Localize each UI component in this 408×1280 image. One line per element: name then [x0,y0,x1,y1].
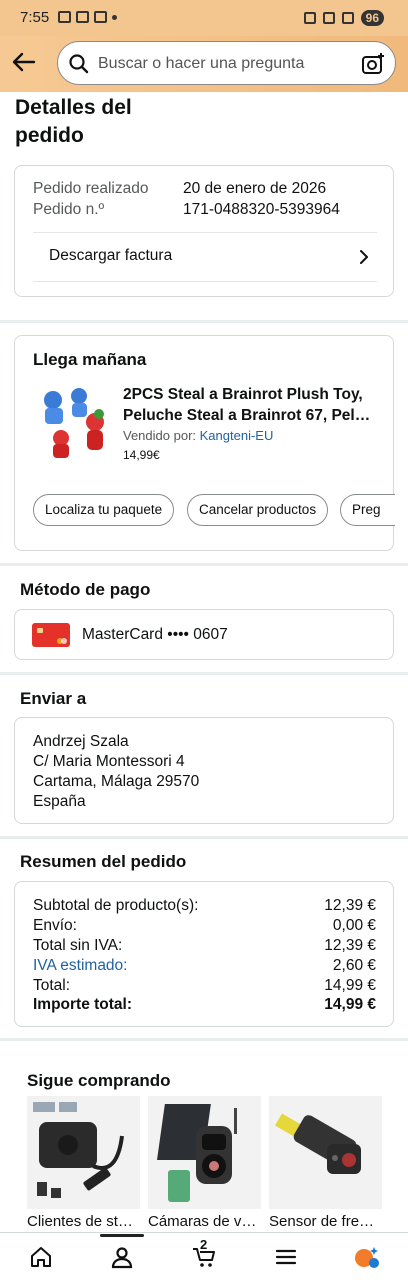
download-invoice-button[interactable]: Descargar factura [33,232,377,282]
product-price: 14,99€ [123,448,160,462]
address-line: Andrzej Szala [33,733,129,750]
status-time: 7:55 [20,9,50,26]
summary-label: Total: [33,977,71,994]
download-invoice-label: Descargar factura [49,247,173,264]
active-tab-indicator [100,1234,144,1237]
product-tile-image[interactable] [27,1096,140,1209]
section-divider [0,836,408,839]
more-notifications-icon [112,15,117,20]
rufus-assistant-icon[interactable] [354,1245,380,1269]
summary-value: 12,39 € [324,937,376,954]
product-tile-caption[interactable]: Cámaras de v… [148,1213,261,1230]
cancel-items-button[interactable]: Cancelar productos [187,494,329,526]
payment-title: Método de pago [20,580,151,599]
shipping-address-card: Andrzej Szala C/ Maria Montessori 4 Cart… [14,717,394,824]
back-arrow-icon[interactable] [10,48,38,76]
address-line: España [33,793,86,810]
product-tile-image[interactable] [148,1096,261,1209]
account-icon[interactable] [110,1245,134,1269]
search-bar[interactable]: Buscar o hacer una pregunta [57,41,396,85]
youtube-icon [94,11,107,23]
signal-icon [341,12,354,24]
telegram-icon [76,11,89,23]
summary-value: 14,99 € [324,977,376,994]
address-line: Cartama, Málaga 29570 [33,773,200,790]
shipping-title: Enviar a [20,689,87,708]
keep-shopping-title: Sigue comprando [27,1071,171,1090]
cart-count-badge: 2 [200,1237,208,1252]
product-tile-image[interactable] [269,1096,382,1209]
delivery-title: Llega mañana [33,350,147,369]
address-line: C/ Maria Montessori 4 [33,753,185,770]
seller-link[interactable]: Kangteni-EU [200,428,274,443]
status-bar: 7:55 96 [0,0,408,36]
section-divider [0,1038,408,1041]
order-info-card: Pedido realizado 20 de enero de 2026 Ped… [14,165,394,297]
grand-total-value: 14,99 € [324,996,376,1013]
order-summary-card: Subtotal de producto(s): 12,39 € Envío: … [14,881,394,1027]
battery-indicator: 96 [360,10,384,26]
track-package-button[interactable]: Localiza tu paquete [33,494,175,526]
camera-search-icon[interactable] [361,52,385,76]
screenshot-icon [58,11,71,23]
summary-value: 0,00 € [332,917,376,934]
section-divider [0,563,408,566]
order-number-value: 171-0488320-5393964 [183,201,340,218]
summary-label: Envío: [33,917,77,934]
delivery-card: Llega mañana 2PCS Steal a Brainrot Plush… [14,335,395,551]
menu-icon[interactable] [274,1245,298,1269]
search-input[interactable]: Buscar o hacer una pregunta [98,55,304,73]
app-header: Buscar o hacer una pregunta [0,36,408,92]
notification-icons [58,11,117,23]
section-divider [0,320,408,323]
section-divider [0,672,408,675]
order-number-label: Pedido n.º [33,201,105,218]
payment-card-text: MasterCard •••• 0607 [82,626,228,643]
summary-title: Resumen del pedido [20,852,187,871]
home-icon[interactable] [29,1245,53,1269]
bottom-navigation: 2 [0,1232,408,1280]
search-icon [69,54,89,74]
order-placed-value: 20 de enero de 2026 [183,180,327,197]
mute-icon [303,12,316,24]
summary-label: Subtotal de producto(s): [33,897,199,914]
chevron-right-icon [360,250,368,264]
product-title-link[interactable]: 2PCS Steal a Brainrot Plush Toy, Peluche… [123,384,385,426]
payment-card: MasterCard •••• 0607 [14,609,394,660]
wifi-icon [322,12,335,24]
summary-value: 12,39 € [324,897,376,914]
order-placed-label: Pedido realizado [33,180,149,197]
ask-question-button[interactable]: Preg [340,494,395,526]
summary-label: Total sin IVA: [33,937,123,954]
summary-value: 2,60 € [332,957,376,974]
grand-total-label: Importe total: [33,996,133,1013]
estimated-vat-link[interactable]: IVA estimado: [33,957,127,975]
sold-by-label: Vendido por: [123,428,197,443]
page-title: Detalles del pedido [15,96,132,147]
mastercard-icon [32,623,70,647]
product-tile-caption[interactable]: Sensor de fre… [269,1213,382,1230]
product-thumbnail[interactable] [35,382,115,462]
sold-by: Vendido por: Kangteni-EU [123,428,273,443]
product-tile-caption[interactable]: Clientes de st… [27,1213,140,1230]
